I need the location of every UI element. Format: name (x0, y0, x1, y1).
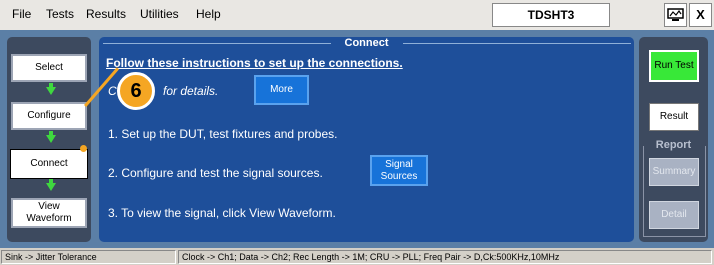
run-test-button[interactable]: Run Test (649, 50, 699, 82)
report-label: Report (655, 139, 692, 151)
step-arrow-icon (46, 183, 56, 191)
menu-help[interactable]: Help (196, 7, 221, 21)
more-button[interactable]: More (254, 75, 309, 105)
panel-title: Connect (344, 37, 389, 49)
close-button[interactable]: X (689, 3, 712, 27)
detail-button: Detail (649, 201, 699, 229)
instruction-3: 3. To view the signal, click View Wavefo… (108, 206, 336, 220)
summary-button: Summary (649, 158, 699, 186)
select-step-button[interactable]: Select (11, 54, 87, 82)
menu-tests[interactable]: Tests (46, 7, 74, 21)
callout-badge: 6 (117, 72, 155, 110)
connect-step-button[interactable]: Connect (10, 149, 88, 179)
callout-dot (80, 145, 87, 152)
monitor-icon[interactable] (664, 3, 687, 27)
view-waveform-step-button[interactable]: View Waveform (11, 198, 87, 228)
instructions-heading: Follow these instructions to set up the … (106, 56, 403, 70)
click-prefix-text: C (108, 84, 117, 98)
signal-sources-button[interactable]: Signal Sources (370, 155, 428, 186)
result-button[interactable]: Result (649, 103, 699, 131)
details-text: for details. (163, 84, 219, 98)
menu-utilities[interactable]: Utilities (140, 7, 179, 21)
step-arrow-icon (46, 135, 56, 143)
menu-results[interactable]: Results (86, 7, 126, 21)
app-title: TDSHT3 (492, 3, 610, 27)
instruction-1: 1. Set up the DUT, test fixtures and pro… (108, 127, 338, 141)
status-config: Clock -> Ch1; Data -> Ch2; Rec Length ->… (178, 250, 712, 264)
status-test: Sink -> Jitter Tolerance (1, 250, 176, 264)
instruction-2: 2. Configure and test the signal sources… (108, 166, 323, 180)
menu-bar: File Tests Results Utilities Help TDSHT3… (0, 0, 714, 31)
configure-step-button[interactable]: Configure (11, 102, 87, 130)
menu-file[interactable]: File (12, 7, 31, 21)
step-arrow-icon (46, 87, 56, 95)
